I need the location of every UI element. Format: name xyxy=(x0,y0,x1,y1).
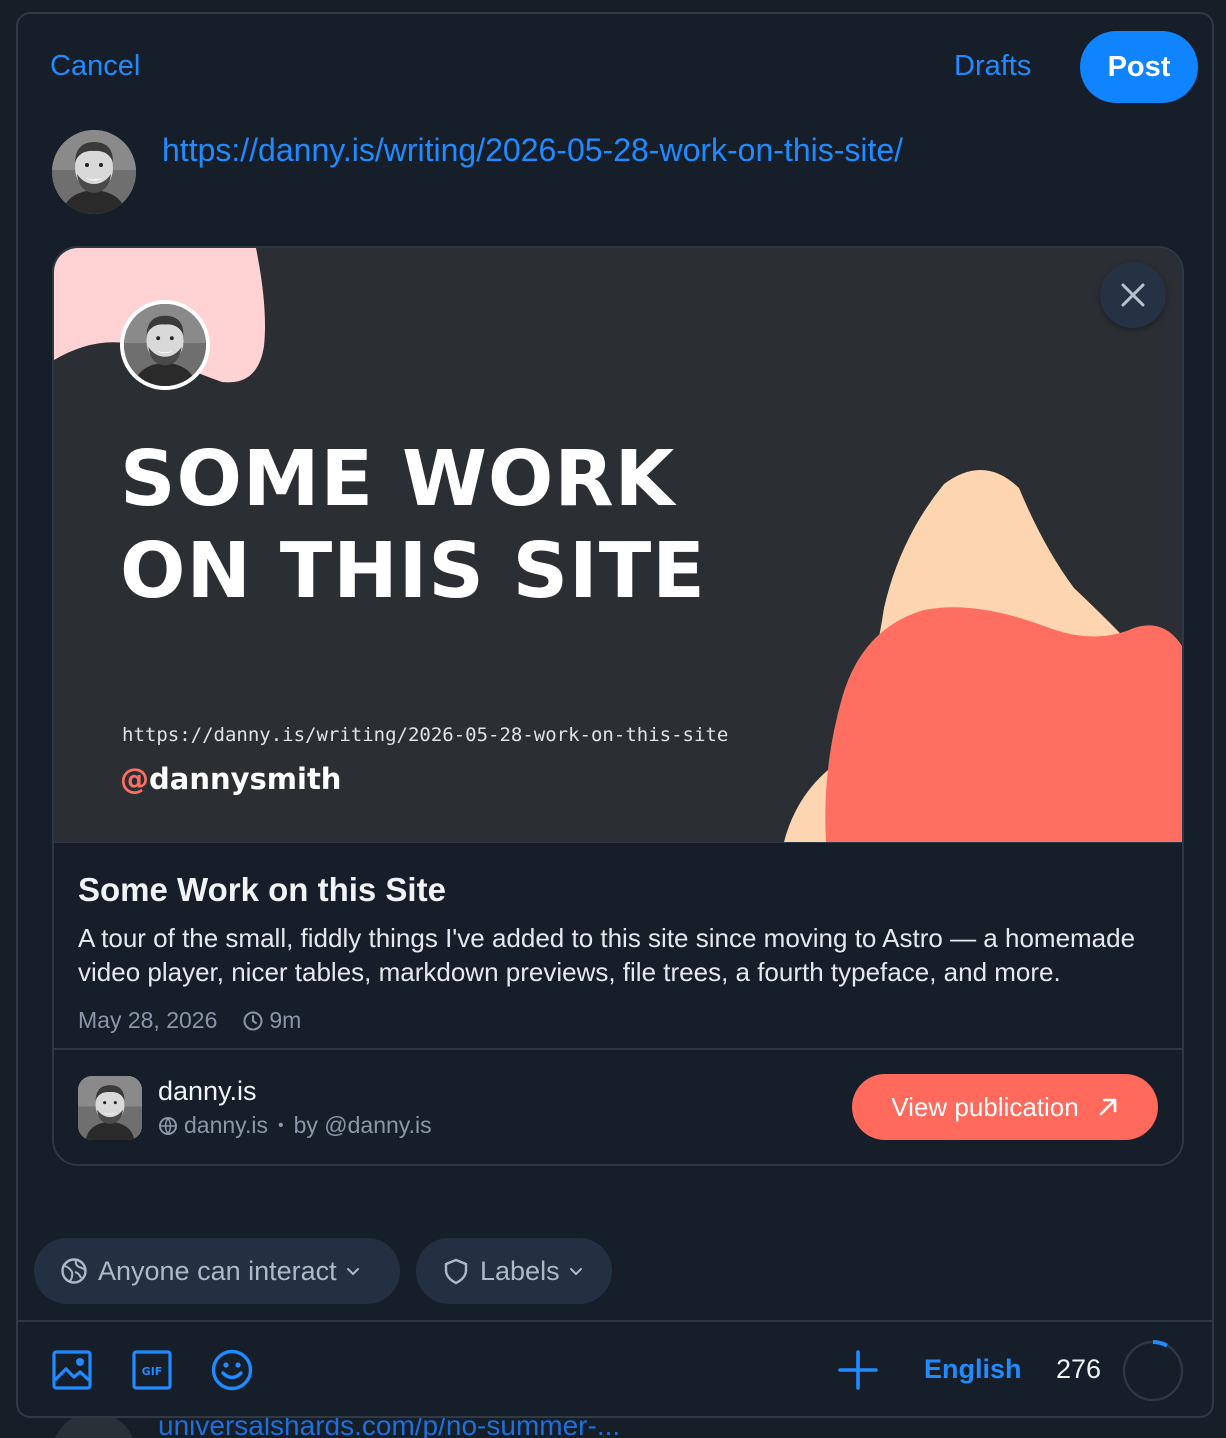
link-preview-card: SOME WORK ON THIS SITE https://danny.is/… xyxy=(52,246,1184,1166)
plus-icon xyxy=(838,1350,878,1390)
globe-icon xyxy=(158,1116,178,1136)
interaction-settings-button[interactable]: Anyone can interact xyxy=(34,1238,400,1304)
og-handle: @dannysmith xyxy=(120,762,341,796)
link-card-meta: May 28, 2026 9m xyxy=(78,1007,301,1034)
publication-separator: • xyxy=(277,1116,284,1134)
emoji-icon xyxy=(211,1349,253,1391)
post-text-input[interactable]: https://danny.is/writing/2026-05-28-work… xyxy=(162,132,903,169)
link-card-date: May 28, 2026 xyxy=(78,1007,218,1033)
interaction-icon xyxy=(60,1257,88,1285)
shield-icon xyxy=(442,1257,470,1285)
publication-row: danny.is danny.is • by @danny.is View pu… xyxy=(54,1050,1182,1164)
character-progress-ring xyxy=(1122,1340,1184,1402)
og-avatar xyxy=(120,300,210,390)
drafts-button[interactable]: Drafts xyxy=(954,50,1031,83)
cancel-button[interactable]: Cancel xyxy=(50,50,140,83)
link-card-title: Some Work on this Site xyxy=(78,871,446,908)
chevron-down-icon xyxy=(345,1263,361,1279)
language-selector[interactable]: English xyxy=(924,1354,1022,1385)
og-headline: SOME WORK ON THIS SITE xyxy=(120,434,706,618)
compose-post-dialog: Cancel Drafts Post https://danny.is/writ… xyxy=(16,12,1214,1418)
svg-text:GIF: GIF xyxy=(142,1365,163,1378)
link-card-body[interactable]: Some Work on this Site A tour of the sma… xyxy=(54,842,1182,1050)
view-publication-label: View publication xyxy=(891,1091,1079,1122)
link-card-description: A tour of the small, fiddly things I've … xyxy=(78,923,1136,987)
publication-avatar xyxy=(78,1076,142,1140)
arrow-up-right-icon xyxy=(1097,1096,1119,1118)
clock-icon xyxy=(243,1011,263,1031)
interaction-settings-label: Anyone can interact xyxy=(98,1255,337,1286)
add-image-button[interactable] xyxy=(52,1350,92,1390)
remove-link-card-button[interactable] xyxy=(1100,262,1166,328)
og-headline-line-1: SOME WORK xyxy=(120,435,676,524)
post-button[interactable]: Post xyxy=(1080,31,1198,103)
add-gif-button[interactable]: GIF xyxy=(132,1350,172,1390)
og-handle-name: dannysmith xyxy=(149,762,342,796)
publication-domain: danny.is xyxy=(184,1112,268,1138)
link-card-read-time: 9m xyxy=(269,1007,302,1033)
remaining-character-count: 276 xyxy=(1056,1354,1102,1384)
view-publication-button[interactable]: View publication xyxy=(852,1074,1158,1140)
publication-name: danny.is xyxy=(158,1076,257,1106)
add-post-to-thread-button[interactable] xyxy=(836,1348,880,1392)
og-headline-line-2: ON THIS SITE xyxy=(120,527,706,616)
og-url: https://danny.is/writing/2026-05-28-work… xyxy=(122,724,729,746)
author-avatar xyxy=(52,130,136,214)
labels-button[interactable]: Labels xyxy=(416,1238,612,1304)
add-emoji-button[interactable] xyxy=(210,1348,254,1392)
og-handle-at: @ xyxy=(120,762,149,796)
image-icon xyxy=(52,1350,92,1390)
link-preview-image: SOME WORK ON THIS SITE https://danny.is/… xyxy=(54,248,1182,842)
composer-toolbar: GIF English 276 xyxy=(18,1320,1212,1416)
publication-author: by @danny.is xyxy=(293,1112,432,1138)
close-icon xyxy=(1121,283,1145,307)
chevron-down-icon xyxy=(568,1263,584,1279)
gif-icon: GIF xyxy=(132,1350,172,1390)
labels-label: Labels xyxy=(480,1255,560,1286)
publication-subtitle: danny.is • by @danny.is xyxy=(158,1112,432,1139)
